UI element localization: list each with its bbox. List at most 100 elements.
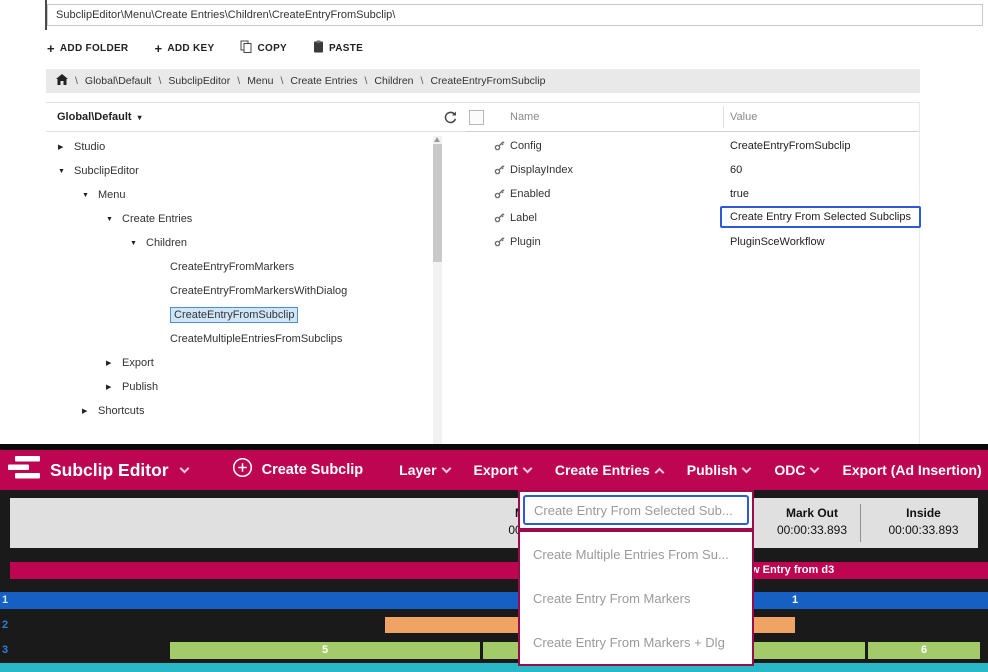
- tree-item-label: SubclipEditor: [74, 165, 139, 177]
- tree-list: Studio SubclipEditor Menu Create Entries…: [46, 135, 433, 444]
- home-icon[interactable]: [56, 74, 68, 88]
- menu-publish[interactable]: Publish: [687, 462, 751, 478]
- add-key-label: ADD KEY: [167, 43, 214, 54]
- add-folder-button[interactable]: + ADD FOLDER: [47, 42, 128, 55]
- config-toolbar: + ADD FOLDER + ADD KEY COPY PASTE: [47, 38, 363, 58]
- tree-item-create-entries[interactable]: Create Entries: [46, 207, 433, 231]
- key-icon: [493, 187, 506, 205]
- tree-scrollbar[interactable]: [433, 136, 442, 444]
- breadcrumb-separator: \: [280, 75, 283, 87]
- tree-item-publish[interactable]: Publish: [46, 375, 433, 399]
- chevron-down-icon[interactable]: [130, 240, 146, 247]
- chevron-right-icon[interactable]: [106, 383, 122, 391]
- timeline-track-1-bar[interactable]: 1: [0, 592, 988, 609]
- tree-item-createentryfrommarkers[interactable]: CreateEntryFromMarkers: [46, 255, 433, 279]
- breadcrumb-separator: \: [75, 75, 78, 87]
- scrollbar-thumb[interactable]: [433, 144, 442, 262]
- table-row[interactable]: Enabled true: [466, 182, 919, 206]
- property-name: DisplayIndex: [510, 164, 573, 176]
- chevron-down-icon[interactable]: [58, 168, 74, 175]
- app-title[interactable]: Subclip Editor: [50, 460, 169, 481]
- dropdown-item-create-multiple-entries[interactable]: Create Multiple Entries From Su...: [520, 532, 752, 576]
- tree-item-shortcuts[interactable]: Shortcuts: [46, 399, 433, 423]
- breadcrumb-segment[interactable]: Create Entries: [290, 75, 357, 87]
- chevron-down-icon[interactable]: [106, 216, 122, 223]
- table-row-label-highlighted[interactable]: Label Create Entry From Selected Subclip…: [466, 206, 919, 230]
- chevron-down-icon: [522, 464, 532, 474]
- property-name: Config: [510, 140, 542, 152]
- tree-item-label: CreateMultipleEntriesFromSubclips: [170, 333, 342, 345]
- breadcrumb-segment[interactable]: SubclipEditor: [168, 75, 230, 87]
- tree-item-children[interactable]: Children: [46, 231, 433, 255]
- property-value-highlighted[interactable]: Create Entry From Selected Subclips: [720, 206, 921, 228]
- select-all-checkbox[interactable]: [469, 110, 484, 125]
- plus-circle-icon: [232, 457, 253, 483]
- menu-export[interactable]: Export: [474, 462, 531, 478]
- column-divider: [723, 106, 724, 128]
- timeline-track-3-segment[interactable]: 6: [868, 642, 980, 659]
- paste-button[interactable]: PASTE: [313, 40, 363, 56]
- chevron-right-icon[interactable]: [82, 407, 98, 415]
- track-number-2: 2: [2, 617, 8, 634]
- properties-table: Name Value Config CreateEntryFromSubclip…: [466, 102, 920, 444]
- menu-label: Layer: [399, 462, 436, 478]
- chevron-right-icon[interactable]: [106, 359, 122, 367]
- menu-export-ad-insertion[interactable]: Export (Ad Insertion): [842, 462, 981, 478]
- chevron-right-icon[interactable]: [58, 143, 74, 151]
- table-body: Config CreateEntryFromSubclip DisplayInd…: [466, 134, 919, 254]
- breadcrumb-segment[interactable]: Global\Default: [85, 75, 152, 87]
- mark-in-value: 00:: [455, 523, 525, 537]
- column-header-value[interactable]: Value: [730, 111, 757, 123]
- path-input[interactable]: [47, 4, 983, 26]
- table-header: Name Value: [466, 103, 919, 132]
- clip-title-bar[interactable]: New Entry from d3: [10, 562, 988, 579]
- dropdown-item-create-entry-from-selected-subclips[interactable]: Create Entry From Selected Sub...: [523, 495, 749, 525]
- tree-item-menu[interactable]: Menu: [46, 183, 433, 207]
- breadcrumb-segment[interactable]: CreateEntryFromSubclip: [430, 75, 545, 87]
- menu-create-entries-open[interactable]: Create Entries: [555, 462, 663, 478]
- tree-item-createentryfrommarkerswithdialog[interactable]: CreateEntryFromMarkersWithDialog: [46, 279, 433, 303]
- refresh-button[interactable]: [443, 110, 458, 125]
- tree-item-createentryfromsubclip-selected[interactable]: CreateEntryFromSubclip: [46, 303, 433, 327]
- create-subclip-label: Create Subclip: [262, 462, 364, 478]
- chevron-down-icon[interactable]: [82, 192, 98, 199]
- timeline-track-3-segment[interactable]: 5: [170, 642, 480, 659]
- tree-root-selector[interactable]: Global\Default ▾: [46, 103, 466, 132]
- tree-item-label: Menu: [98, 189, 126, 201]
- chevron-down-icon[interactable]: [179, 464, 189, 474]
- app-bar: Subclip Editor Create Subclip Layer Expo…: [0, 450, 988, 490]
- tree-item-label: Publish: [122, 381, 158, 393]
- menu-label: Publish: [687, 462, 738, 478]
- inside-value: 00:00:33.893: [866, 523, 981, 537]
- menu-odc[interactable]: ODC: [774, 462, 818, 478]
- scrollbar-up-arrow-icon[interactable]: [434, 137, 440, 142]
- tree-item-studio[interactable]: Studio: [46, 135, 433, 159]
- tree-item-export[interactable]: Export: [46, 351, 433, 375]
- table-row[interactable]: Config CreateEntryFromSubclip: [466, 134, 919, 158]
- tree-root-label: Global\Default: [57, 111, 132, 123]
- copy-button[interactable]: COPY: [240, 40, 287, 56]
- breadcrumb-segment[interactable]: Menu: [247, 75, 273, 87]
- timeline-scrollbar[interactable]: [0, 663, 988, 672]
- tree-item-label-selected: CreateEntryFromSubclip: [170, 307, 298, 323]
- tree-panel: Global\Default ▾ Studio SubclipEditor Me…: [46, 102, 466, 444]
- breadcrumb-segment[interactable]: Children: [374, 75, 413, 87]
- property-name: Enabled: [510, 188, 550, 200]
- timecode-panel: M 00: Mark Out 00:00:33.893 Inside 00:00…: [10, 498, 978, 548]
- tree-item-label: Children: [146, 237, 187, 249]
- menu-layer[interactable]: Layer: [399, 462, 449, 478]
- create-subclip-button[interactable]: Create Subclip: [232, 457, 364, 483]
- key-icon: [493, 211, 506, 229]
- tree-item-createmultipleentriesfromsubclips[interactable]: CreateMultipleEntriesFromSubclips: [46, 327, 433, 351]
- add-key-button[interactable]: + ADD KEY: [154, 42, 214, 55]
- table-row[interactable]: DisplayIndex 60: [466, 158, 919, 182]
- tree-item-subclipeditor[interactable]: SubclipEditor: [46, 159, 433, 183]
- table-row[interactable]: Plugin PluginSceWorkflow: [466, 230, 919, 254]
- create-entries-dropdown: Create Entry From Selected Sub... Create…: [518, 490, 754, 666]
- dropdown-item-create-entry-from-markers-dlg[interactable]: Create Entry From Markers + Dlg: [520, 620, 752, 664]
- key-icon: [493, 163, 506, 181]
- dropdown-item-create-entry-from-markers[interactable]: Create Entry From Markers: [520, 576, 752, 620]
- timeline-track-2-segment[interactable]: [385, 617, 518, 633]
- tree-item-label: Export: [122, 357, 154, 369]
- column-header-name[interactable]: Name: [510, 111, 539, 123]
